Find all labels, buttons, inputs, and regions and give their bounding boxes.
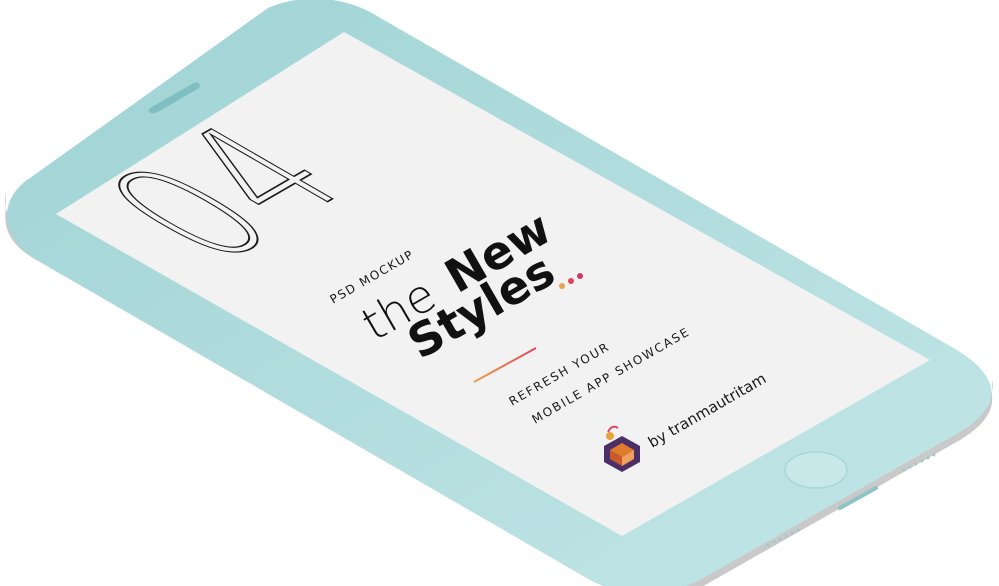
accent-dot-2 [568, 278, 574, 284]
home-button-icon[interactable] [784, 451, 848, 489]
mockup-stage: 04 PSD MOCKUP the New Styles REFRESH YOU… [0, 0, 999, 586]
accent-dot-1 [559, 283, 565, 289]
phone-mockup-illustration: 04 PSD MOCKUP the New Styles REFRESH YOU… [5, 0, 993, 586]
accent-dot-3 [577, 273, 583, 279]
